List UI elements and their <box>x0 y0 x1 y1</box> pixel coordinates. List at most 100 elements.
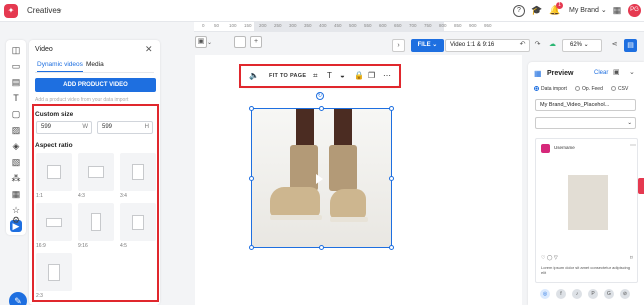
ratio-label: 4:3 <box>78 193 85 199</box>
ratio-shape <box>48 264 60 281</box>
share-icon[interactable]: ⋖ <box>608 39 621 52</box>
ratio-option-4-5[interactable] <box>120 203 156 241</box>
redo-icon[interactable]: ↷ <box>531 39 544 52</box>
pattern-icon[interactable]: ▨ <box>10 124 22 136</box>
clear-button[interactable]: Clear <box>594 70 608 76</box>
panel-title: Video <box>35 46 53 53</box>
close-icon[interactable]: ✕ <box>145 44 153 55</box>
ratio-option-16-9[interactable] <box>36 203 72 241</box>
preview-title: Preview <box>547 70 574 77</box>
instagram-icon[interactable]: ◎ <box>540 289 550 299</box>
frame-icon[interactable]: ▣ <box>195 36 207 48</box>
google-icon[interactable]: G <box>604 289 614 299</box>
post-image <box>568 175 608 230</box>
help-icon[interactable]: ? <box>513 5 525 17</box>
item-select[interactable]: ⌄ <box>535 117 636 129</box>
breadcrumb[interactable]: Creatives <box>27 6 61 15</box>
ig-username: Username <box>554 145 575 150</box>
background-icon[interactable]: ▤ <box>10 76 22 88</box>
ruler-tick: 50 <box>214 23 220 28</box>
radio-csv[interactable]: CSV <box>611 86 628 92</box>
panel-icon[interactable]: ▣ <box>613 68 620 76</box>
chevron-right-icon[interactable]: › <box>392 39 405 52</box>
ruler-tick: 200 <box>259 23 267 28</box>
width-field[interactable]: 599 W <box>36 121 92 134</box>
brand-selector[interactable]: My Brand ⌄ <box>569 6 607 14</box>
chevron-down-icon[interactable]: ⌄ <box>57 5 63 13</box>
radio-dot <box>534 86 539 92</box>
preview-toggle-icon[interactable]: ▤ <box>624 39 637 52</box>
notification-badge: 1 <box>556 2 563 9</box>
brand-name: My Brand <box>569 7 599 14</box>
ruler-tick: 300 <box>289 23 297 28</box>
resize-handle[interactable] <box>249 176 254 181</box>
ratio-shape <box>47 165 61 179</box>
ruler-tick: 0 <box>202 23 205 28</box>
chevron-down-icon[interactable]: ⌄ <box>629 68 635 76</box>
more-icon[interactable]: ⋯ <box>630 142 636 149</box>
building-icon[interactable]: ▦ <box>611 5 623 17</box>
resize-handle[interactable] <box>389 245 394 250</box>
ratio-option-1-1[interactable] <box>36 153 72 191</box>
ratio-option-4-3[interactable] <box>78 153 114 191</box>
resize-handle[interactable] <box>389 106 394 111</box>
ratio-option-9-16[interactable] <box>78 203 114 241</box>
chevron-down-icon[interactable]: ⌄ <box>207 39 212 46</box>
radio-label: Data import <box>541 86 567 92</box>
other-network-icon[interactable]: ⊘ <box>620 289 630 299</box>
image-icon[interactable]: ▭ <box>10 60 22 72</box>
text-icon[interactable]: T <box>10 92 22 104</box>
ruler-tick: 400 <box>319 23 327 28</box>
file-menu-button[interactable]: FILE ⌄ <box>411 39 444 52</box>
pinterest-icon[interactable]: P <box>588 289 598 299</box>
tab-divider <box>35 72 154 73</box>
feed-select[interactable]: My Brand_Video_Placehol... <box>535 99 636 111</box>
resize-handle[interactable] <box>389 176 394 181</box>
height-field[interactable]: 599 H <box>97 121 153 134</box>
ratio-shape <box>88 166 104 178</box>
radio-label: Op. Feed <box>582 86 603 92</box>
resize-handle[interactable] <box>319 245 324 250</box>
tiktok-icon[interactable]: ♪ <box>572 289 582 299</box>
ratio-option-3-4[interactable] <box>120 153 156 191</box>
chevron-down-icon: ⌄ <box>627 120 632 126</box>
tab-dynamic-videos[interactable]: Dynamic videos <box>37 61 83 72</box>
add-frame-icon[interactable]: + <box>250 36 262 48</box>
gallery-icon[interactable]: ▧ <box>10 156 22 168</box>
layers-icon[interactable]: ◈ <box>10 140 22 152</box>
avatar[interactable]: PG <box>628 4 641 17</box>
ratio-label: 4:5 <box>120 243 127 249</box>
ratio-option-2-3[interactable] <box>36 253 72 291</box>
add-product-video-button[interactable]: ADD PRODUCT VIDEO <box>35 78 156 92</box>
tab-media[interactable]: Media <box>86 61 104 68</box>
resize-handle[interactable] <box>249 245 254 250</box>
post-caption: Lorem ipsum dolor sit amet consectetur a… <box>541 265 630 275</box>
elements-icon[interactable]: ⁂ <box>10 172 22 184</box>
academy-icon[interactable]: 🎓 <box>531 5 543 17</box>
square-icon[interactable] <box>234 36 246 48</box>
zoom-select[interactable]: 62% ⌄ <box>562 39 602 52</box>
top-bar: ✦ Creatives ⌄ ? 🎓 🔔 1 My Brand ⌄ ▦ PG <box>0 0 644 22</box>
width-value: 599 <box>41 124 52 130</box>
ruler-tick: 500 <box>349 23 357 28</box>
post-actions-icon: ♡ ◯ ▽ <box>541 255 558 261</box>
edit-fab-icon[interactable]: ✎ <box>9 292 27 305</box>
ruler-tick: 600 <box>379 23 387 28</box>
radio-op-feed[interactable]: Op. Feed <box>575 86 603 92</box>
resize-handle[interactable] <box>249 106 254 111</box>
feedback-tab[interactable] <box>638 178 644 194</box>
app-logo-icon[interactable]: ✦ <box>4 4 18 18</box>
rotate-handle-icon[interactable]: ↻ <box>316 92 324 100</box>
layout-icon[interactable]: ◫ <box>10 44 22 56</box>
grid-icon[interactable]: ▦ <box>10 188 22 200</box>
facebook-icon[interactable]: f <box>556 289 566 299</box>
ruler-tick: 450 <box>334 23 342 28</box>
radio-data-import[interactable]: Data import <box>534 86 567 92</box>
undo-icon[interactable]: ↶ <box>516 39 529 52</box>
height-value: 599 <box>102 124 113 130</box>
shape-icon[interactable]: ▢ <box>10 108 22 120</box>
resize-handle[interactable] <box>319 106 324 111</box>
ruler-tick: 100 <box>229 23 237 28</box>
ratio-label: 2:3 <box>36 293 43 299</box>
settings-icon[interactable]: ⚙ <box>10 214 22 226</box>
